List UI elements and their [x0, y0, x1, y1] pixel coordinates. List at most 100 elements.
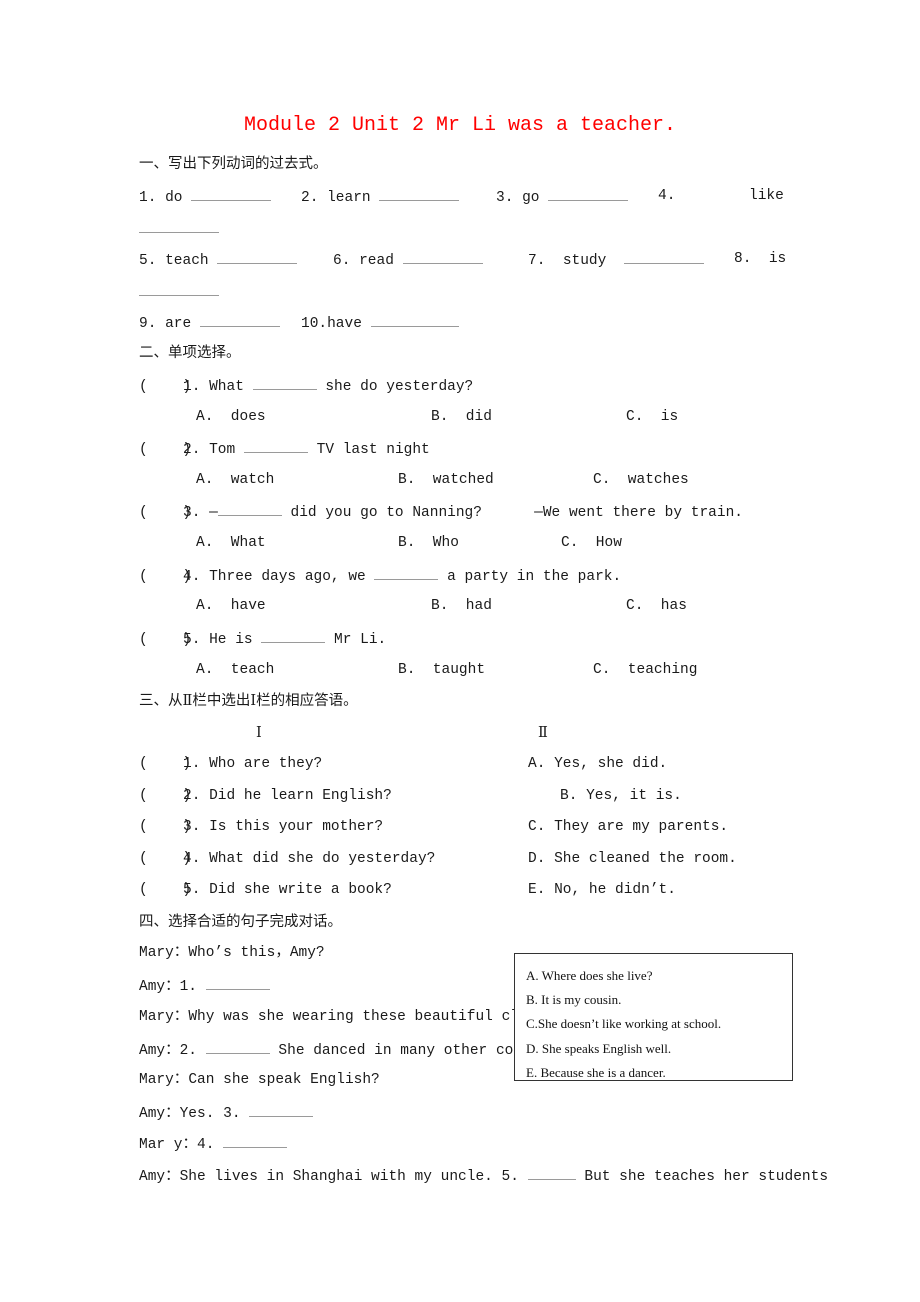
verb-item: 2. learn: [301, 186, 460, 208]
section2-heading: 二、单项选择。: [139, 345, 241, 361]
dialogue-line: Amy：2. She danced in many other coun: [139, 1039, 531, 1061]
mc-option: B. did: [431, 409, 492, 425]
dialogue-blank[interactable]: [205, 1039, 270, 1054]
speaker: Mary：: [139, 945, 189, 961]
item-word: is: [768, 251, 787, 267]
mc-option: A. have: [196, 598, 266, 614]
item-word: do: [165, 190, 183, 206]
dialogue-text: 2.: [179, 1043, 198, 1059]
mc-option: C. How: [561, 535, 622, 551]
dialogue-text: Why was she wearing these beautiful clot: [188, 1009, 537, 1025]
fill-blank[interactable]: [217, 501, 282, 516]
question-text: Three days ago, we: [209, 569, 366, 585]
verb-item-blank: [139, 281, 219, 303]
verb-item: 8. is: [734, 249, 786, 269]
mc-option: B. watched: [398, 472, 494, 488]
mc-option: C. watches: [593, 472, 689, 488]
dialogue-text: Can she speak English?: [188, 1072, 380, 1088]
match-question: ( )5. Did she write a book?: [139, 880, 392, 900]
answer-blank[interactable]: [379, 186, 460, 201]
answer-paren[interactable]: ( ): [139, 503, 191, 523]
verb-item: 1. do: [139, 186, 272, 208]
mc-option: A. does: [196, 409, 266, 425]
dialogue-option: A. Where does she live?: [526, 968, 653, 983]
verb-item: 7. study: [528, 249, 704, 271]
item-word: have: [327, 316, 362, 332]
question-text: What: [209, 379, 244, 395]
answer-blank[interactable]: [139, 281, 219, 296]
question-text: 2. Did he learn English?: [183, 788, 392, 804]
mc-question: ( )3. — did you go to Nanning? —We went …: [139, 501, 743, 523]
fill-blank[interactable]: [252, 375, 317, 390]
item-word: like: [749, 188, 784, 204]
question-text: Tom: [209, 442, 236, 458]
mc-question: ( )4. Three days ago, we a party in the …: [139, 565, 621, 587]
answer-paren[interactable]: ( ): [139, 440, 191, 460]
question-number: 4.: [183, 569, 201, 585]
answer-blank[interactable]: [370, 312, 459, 327]
section4-heading: 四、选择合适的句子完成对话。: [139, 914, 342, 930]
question-text: He is: [209, 632, 253, 648]
dialogue-text: 1.: [179, 979, 198, 995]
speaker: Amy：: [139, 979, 180, 995]
item-word: learn: [327, 190, 371, 206]
item-word: teach: [165, 253, 209, 269]
options-box: A. Where does she live? B. It is my cous…: [514, 953, 793, 1081]
dialogue-blank[interactable]: [223, 1133, 288, 1148]
answer-blank[interactable]: [191, 186, 272, 201]
fill-blank[interactable]: [261, 628, 326, 643]
answer-blank[interactable]: [548, 186, 629, 201]
answer-paren[interactable]: ( ): [139, 817, 191, 837]
answer-paren[interactable]: ( ): [139, 567, 191, 587]
item-number: 6.: [333, 253, 351, 269]
answer-paren[interactable]: ( ): [139, 880, 191, 900]
answer-blank[interactable]: [402, 249, 483, 264]
dialogue-text: She lives in Shanghai with my uncle. 5.: [179, 1169, 519, 1185]
mc-question: ( )5. He is Mr Li.: [139, 628, 386, 650]
dialogue-text: She danced in many other coun: [278, 1043, 531, 1059]
answer-blank[interactable]: [217, 249, 298, 264]
match-question: ( )1. Who are they?: [139, 754, 322, 774]
answer-blank[interactable]: [199, 312, 280, 327]
answer-blank[interactable]: [623, 249, 704, 264]
match-question: ( )4. What did she do yesterday?: [139, 849, 435, 869]
dialogue-blank[interactable]: [205, 975, 270, 990]
dialogue-line: Mary：Can she speak English?: [139, 1070, 380, 1090]
dialogue-line: Amy：She lives in Shanghai with my uncle.…: [139, 1165, 828, 1187]
fill-blank[interactable]: [243, 438, 308, 453]
answer-paren[interactable]: ( ): [139, 849, 191, 869]
answer-blank[interactable]: [139, 218, 219, 233]
question-text: 1. Who are they?: [183, 756, 323, 772]
question-text: she do yesterday?: [325, 379, 474, 395]
mc-question: ( )1. What she do yesterday?: [139, 375, 473, 397]
dialogue-blank[interactable]: [527, 1165, 576, 1180]
question-text: —: [209, 505, 218, 521]
answer-paren[interactable]: ( ): [139, 377, 191, 397]
item-number: 10.: [301, 316, 328, 332]
speaker: Amy：: [139, 1043, 180, 1059]
mc-option: B. had: [431, 598, 492, 614]
question-number: 2.: [183, 442, 201, 458]
fill-blank[interactable]: [374, 565, 439, 580]
mc-option: A. What: [196, 535, 266, 551]
mc-option: A. teach: [196, 662, 275, 678]
verb-item: 6. read: [333, 249, 483, 271]
answer-paren[interactable]: ( ): [139, 630, 191, 650]
item-number: 9.: [139, 316, 157, 332]
item-word: go: [522, 190, 540, 206]
item-number: 2.: [301, 190, 319, 206]
answer-paren[interactable]: ( ): [139, 786, 191, 806]
verb-item-blank: [139, 218, 219, 240]
mc-option: C. teaching: [593, 662, 698, 678]
question-text: a party in the park.: [447, 569, 622, 585]
column-label-1: Ⅰ: [256, 725, 262, 741]
mc-question: ( )2. Tom TV last night: [139, 438, 430, 460]
speaker: Amy：: [139, 1106, 180, 1122]
dialogue-blank[interactable]: [249, 1102, 314, 1117]
dialogue-option: E. Because she is a dancer.: [526, 1065, 666, 1080]
answer-paren[interactable]: ( ): [139, 754, 191, 774]
dialogue-option: C.She doesn’t like working at school.: [526, 1016, 722, 1031]
match-answer: B. Yes, it is.: [560, 788, 682, 804]
mc-option: B. taught: [398, 662, 486, 678]
mc-option: C. is: [626, 409, 679, 425]
